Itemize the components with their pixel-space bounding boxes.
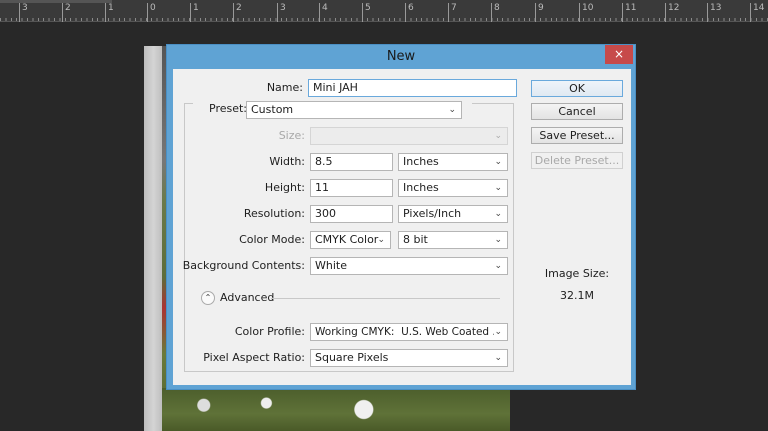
- ruler-label: 1: [105, 3, 114, 22]
- size-label: Size:: [278, 129, 305, 142]
- chevron-down-icon: ⌄: [494, 157, 502, 167]
- color-mode-value: CMYK Color: [315, 233, 379, 246]
- chevron-down-icon: ⌄: [494, 235, 502, 245]
- chevron-down-icon: ⌄: [448, 105, 456, 115]
- background-contents-label: Background Contents:: [182, 259, 305, 272]
- ruler-label: 12: [665, 3, 679, 22]
- ruler-label: 2: [62, 3, 71, 22]
- ruler-label: 3: [277, 3, 286, 22]
- background-contents-value: White: [315, 259, 347, 272]
- resolution-input[interactable]: 300: [310, 205, 393, 223]
- chevron-down-icon: ⌄: [494, 131, 502, 141]
- resolution-unit-select[interactable]: Pixels/Inch ⌄: [398, 205, 508, 223]
- name-input[interactable]: Mini JAH: [308, 79, 517, 97]
- width-unit-select[interactable]: Inches ⌄: [398, 153, 508, 171]
- close-icon[interactable]: ×: [605, 45, 633, 64]
- height-input[interactable]: 11: [310, 179, 393, 197]
- advanced-divider: [271, 298, 500, 299]
- ruler-label: 2: [233, 3, 242, 22]
- group-gap: [462, 100, 472, 106]
- ruler-label: 4: [319, 3, 328, 22]
- dialog-title: New: [386, 49, 416, 64]
- width-label: Width:: [269, 155, 305, 168]
- chevron-down-icon: ⌄: [377, 235, 385, 245]
- pixel-aspect-ratio-value: Square Pixels: [315, 351, 389, 364]
- resolution-unit-value: Pixels/Inch: [403, 207, 462, 220]
- color-mode-select[interactable]: CMYK Color ⌄: [310, 231, 391, 249]
- resolution-label: Resolution:: [243, 207, 305, 220]
- preset-label: Preset:: [193, 98, 252, 120]
- color-profile-label: Color Profile:: [234, 325, 305, 338]
- ruler-label: 10: [579, 3, 593, 22]
- preset-select[interactable]: Custom ⌄: [246, 101, 462, 119]
- ruler-label: 5: [362, 3, 371, 22]
- ruler-label: 13: [707, 3, 721, 22]
- horizontal-ruler: 3 2 1 0 1 2 3 4 5 6 7 8 9 10 11 12 13 14: [0, 0, 768, 22]
- preset-value: Custom: [251, 103, 294, 116]
- ruler-label: 8: [491, 3, 500, 22]
- width-unit-value: Inches: [403, 155, 439, 168]
- height-unit-value: Inches: [403, 181, 439, 194]
- height-label: Height:: [264, 181, 305, 194]
- color-profile-value: Working CMYK: U.S. Web Coated ...: [315, 326, 503, 338]
- ruler-label: 9: [535, 3, 544, 22]
- ruler-label: 14: [750, 3, 764, 22]
- ruler-label: 1: [190, 3, 199, 22]
- chevron-down-icon: ⌄: [494, 183, 502, 193]
- save-preset-button[interactable]: Save Preset...: [531, 127, 623, 144]
- ruler-label: 3: [19, 3, 28, 22]
- document-photo: [162, 388, 510, 431]
- bit-depth-select[interactable]: 8 bit ⌄: [398, 231, 508, 249]
- image-size-value: 32.1M: [560, 289, 594, 302]
- delete-preset-button: Delete Preset...: [531, 152, 623, 169]
- ruler-label: 0: [147, 3, 156, 22]
- background-contents-select[interactable]: White ⌄: [310, 257, 508, 275]
- bit-depth-value: 8 bit: [403, 233, 428, 246]
- collapse-advanced-icon[interactable]: ⌃: [201, 291, 215, 305]
- pixel-aspect-ratio-select[interactable]: Square Pixels ⌄: [310, 349, 508, 367]
- chevron-down-icon: ⌄: [494, 261, 502, 271]
- color-profile-select[interactable]: Working CMYK: U.S. Web Coated ... ⌄: [310, 323, 508, 341]
- ruler-topbar: [0, 0, 112, 3]
- ruler-label: 7: [448, 3, 457, 22]
- ruler-label: 6: [405, 3, 414, 22]
- color-mode-label: Color Mode:: [239, 233, 305, 246]
- cancel-button[interactable]: Cancel: [531, 103, 623, 120]
- chevron-down-icon: ⌄: [494, 209, 502, 219]
- name-label: Name:: [266, 81, 303, 94]
- height-unit-select[interactable]: Inches ⌄: [398, 179, 508, 197]
- chevron-down-icon: ⌄: [494, 353, 502, 363]
- chevron-down-icon: ⌄: [494, 324, 502, 340]
- ruler-label: 11: [622, 3, 636, 22]
- width-input[interactable]: 8.5: [310, 153, 393, 171]
- size-select: ⌄: [310, 127, 508, 145]
- pixel-aspect-ratio-label: Pixel Aspect Ratio:: [203, 351, 305, 364]
- image-size-label: Image Size:: [544, 267, 610, 280]
- advanced-toggle[interactable]: Advanced: [220, 291, 274, 305]
- ok-button[interactable]: OK: [531, 80, 623, 97]
